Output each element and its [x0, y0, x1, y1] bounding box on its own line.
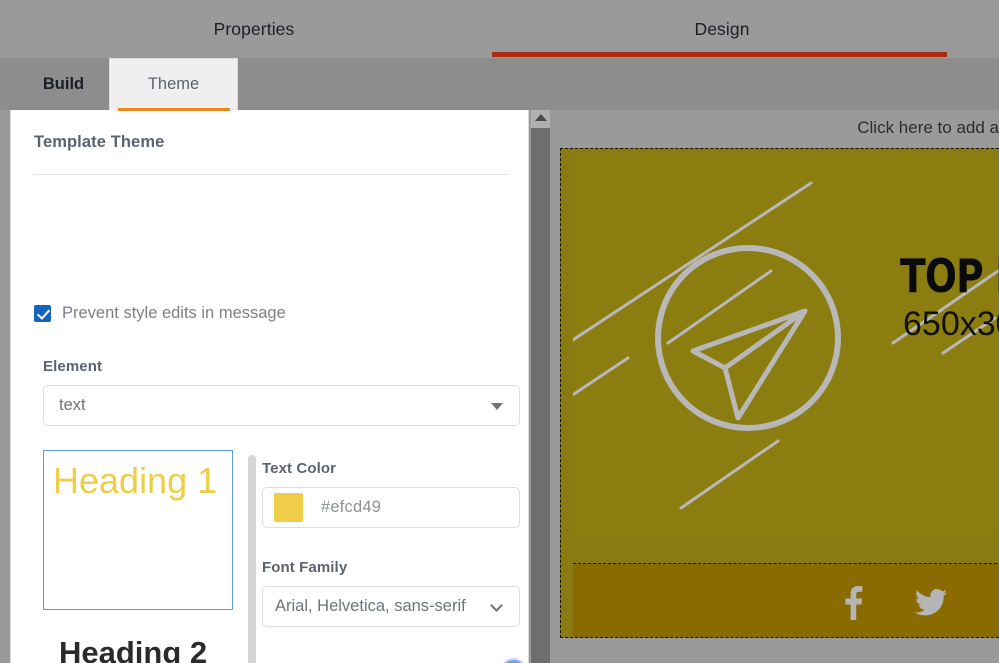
font-family-select[interactable]: Arial, Helvetica, sans-serif	[262, 586, 520, 627]
tab-build[interactable]: Build	[20, 58, 107, 110]
prevent-style-edits-checkbox[interactable]	[34, 305, 51, 322]
heading-2-text: Heading 2	[59, 635, 207, 663]
panel-header: Template Theme	[34, 133, 509, 175]
panel-title: Template Theme	[34, 133, 509, 152]
element-select[interactable]: text	[43, 385, 520, 426]
tab-properties[interactable]: Properties	[10, 0, 498, 58]
theme-settings-panel: Template Theme Prevent style edits in me…	[10, 110, 529, 663]
theme-preview-column: Heading 1 Heading 2 Heading 3	[33, 450, 245, 663]
tab-theme[interactable]: Theme	[109, 58, 238, 110]
heading-2-preview[interactable]: Heading 2	[59, 634, 245, 663]
tab-build-label: Build	[43, 75, 84, 94]
banner-title: TOP B	[900, 249, 999, 303]
top-tab-bar: Properties Design	[0, 0, 999, 58]
text-color-label: Text Color	[262, 460, 336, 477]
tab-design[interactable]: Design	[498, 0, 946, 58]
panel-divider	[34, 174, 509, 175]
app-root: Properties Design Build Theme Template T…	[0, 0, 999, 663]
prevent-style-edits-label: Prevent style edits in message	[62, 304, 286, 323]
add-alt-text-prompt[interactable]: Click here to add a	[857, 118, 999, 138]
scroll-up-icon[interactable]	[535, 114, 547, 121]
tab-theme-label: Theme	[148, 75, 199, 94]
chevron-down-icon	[491, 403, 503, 410]
banner-block[interactable]: TOP B 650x30	[560, 148, 999, 638]
color-swatch[interactable]	[274, 493, 303, 522]
facebook-icon[interactable]	[843, 586, 863, 625]
twitter-icon[interactable]	[915, 589, 947, 622]
design-canvas: Click here to add a	[550, 110, 999, 663]
tab-theme-active-underline	[118, 108, 230, 111]
text-color-field[interactable]: #efcd49	[262, 487, 520, 528]
font-family-label: Font Family	[262, 559, 347, 576]
font-family-value: Arial, Helvetica, sans-serif	[275, 597, 466, 616]
tab-design-label: Design	[694, 19, 749, 40]
heading-1-text: Heading 1	[53, 460, 217, 501]
text-color-value: #efcd49	[321, 498, 381, 517]
tab-design-active-underline	[492, 52, 947, 57]
element-select-value: text	[59, 396, 86, 415]
element-label: Element	[43, 358, 102, 375]
social-icon-group	[843, 586, 947, 625]
preview-column-scrollbar[interactable]	[248, 455, 256, 663]
banner-placeholder-image[interactable]: TOP B 650x30	[573, 153, 999, 533]
social-bar-block[interactable]	[573, 563, 999, 638]
chevron-down-icon	[490, 599, 503, 612]
prevent-style-edits-row[interactable]: Prevent style edits in message	[34, 304, 286, 323]
banner-dimensions: 650x30	[903, 305, 999, 344]
panel-scrollbar-thumb[interactable]	[531, 128, 550, 663]
tab-properties-label: Properties	[214, 19, 295, 40]
heading-1-preview[interactable]: Heading 1	[43, 450, 233, 610]
